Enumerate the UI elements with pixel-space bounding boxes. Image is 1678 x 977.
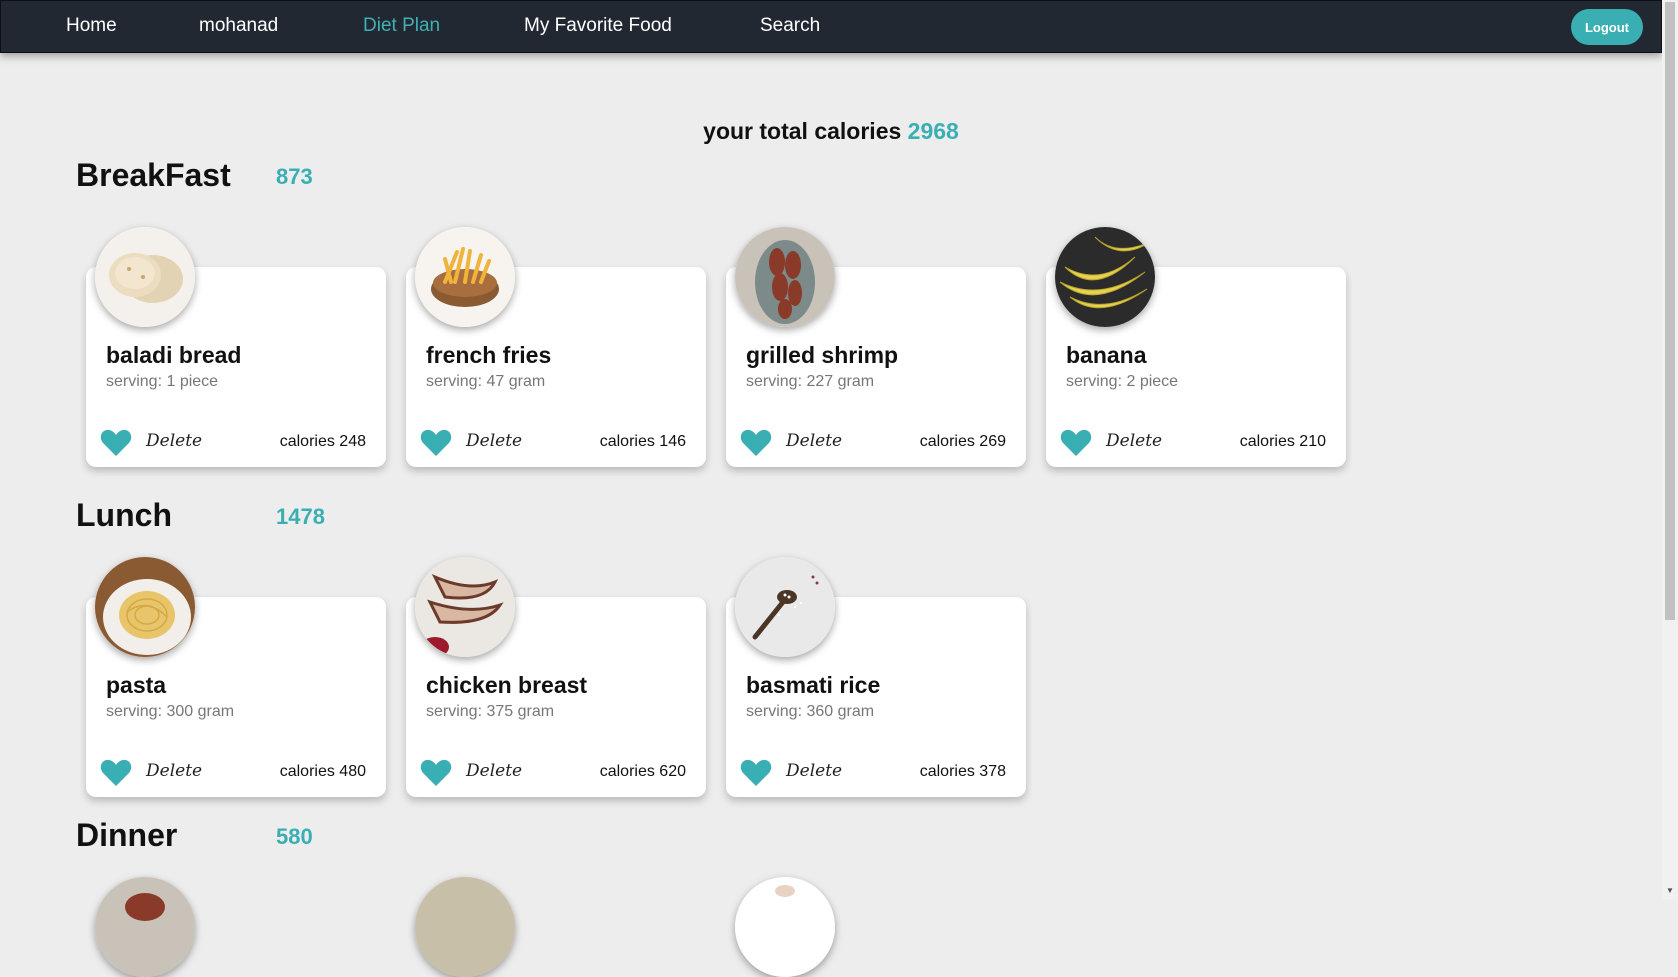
food-serving: serving: 1 piece (106, 373, 219, 390)
nav-diet-plan[interactable]: Diet Plan (363, 15, 440, 37)
section-title-dinner: Dinner (76, 817, 178, 853)
food-name: baladi bread (106, 342, 242, 368)
baladi-bread-image (95, 227, 195, 327)
chicken-breast-image (415, 557, 515, 657)
total-calories: your total calories 2968 (0, 118, 1662, 145)
food-card: banana serving: 2 piece Delete calories … (1046, 227, 1346, 467)
logout-button[interactable]: Logout (1571, 9, 1643, 45)
dinner-food-image (415, 877, 515, 977)
food-name: pasta (106, 672, 167, 698)
food-card: baladi bread serving: 1 piece Delete cal… (86, 227, 386, 467)
nav-profile[interactable]: mohanad (199, 15, 278, 37)
food-card: pasta serving: 300 gram Delete calories … (86, 557, 386, 797)
scroll-down-arrow-icon[interactable]: ▼ (1665, 886, 1675, 896)
food-serving: serving: 47 gram (426, 373, 546, 390)
heart-icon[interactable] (740, 759, 772, 787)
section-calories-dinner: 580 (276, 824, 313, 849)
food-calories: calories 248 (279, 433, 366, 450)
scrollbar-thumb[interactable] (1665, 2, 1675, 620)
nav-favorite-food[interactable]: My Favorite Food (524, 15, 672, 37)
delete-button[interactable]: Delete (466, 761, 522, 781)
food-name: basmati rice (746, 672, 881, 698)
nav-home[interactable]: Home (66, 15, 117, 37)
food-card: grilled shrimp serving: 227 gram Delete … (726, 227, 1026, 467)
food-serving: serving: 2 piece (1066, 373, 1179, 390)
food-calories: calories 146 (599, 433, 686, 450)
heart-icon[interactable] (1060, 429, 1092, 457)
delete-button[interactable]: Delete (146, 431, 202, 451)
food-name: grilled shrimp (746, 342, 899, 368)
food-name: chicken breast (426, 672, 588, 698)
food-card: chicken breast serving: 375 gram Delete … (406, 557, 706, 797)
grilled-shrimp-image (735, 227, 835, 327)
nav-search[interactable]: Search (760, 15, 820, 37)
heart-icon[interactable] (100, 429, 132, 457)
total-calories-value: 2968 (907, 118, 959, 144)
french-fries-image (415, 227, 515, 327)
pasta-image (95, 557, 195, 657)
delete-button[interactable]: Delete (466, 431, 522, 451)
basmati-rice-image (735, 557, 835, 657)
food-calories: calories 210 (1239, 433, 1326, 450)
food-card: french fries serving: 47 gram Delete cal… (406, 227, 706, 467)
banana-image (1055, 227, 1155, 327)
food-calories: calories 269 (919, 433, 1006, 450)
food-calories: calories 620 (599, 763, 686, 780)
food-serving: serving: 227 gram (746, 373, 875, 390)
section-calories-breakfast: 873 (276, 164, 313, 189)
delete-button[interactable]: Delete (786, 761, 842, 781)
heart-icon[interactable] (100, 759, 132, 787)
dinner-food-image (95, 877, 195, 977)
delete-button[interactable]: Delete (146, 761, 202, 781)
section-title-lunch: Lunch (76, 497, 172, 533)
section-calories-lunch: 1478 (276, 504, 325, 529)
section-title-breakfast: BreakFast (76, 157, 231, 193)
food-calories: calories 378 (919, 763, 1006, 780)
heart-icon[interactable] (420, 429, 452, 457)
food-calories: calories 480 (279, 763, 366, 780)
food-serving: serving: 360 gram (746, 703, 875, 720)
delete-button[interactable]: Delete (1106, 431, 1162, 451)
food-serving: serving: 375 gram (426, 703, 555, 720)
heart-icon[interactable] (740, 429, 772, 457)
delete-button[interactable]: Delete (786, 431, 842, 451)
heart-icon[interactable] (420, 759, 452, 787)
food-name: french fries (426, 342, 552, 368)
total-calories-label: your total calories (703, 118, 902, 144)
food-card: basmati rice serving: 360 gram Delete ca… (726, 557, 1026, 797)
food-name: banana (1066, 342, 1147, 368)
food-serving: serving: 300 gram (106, 703, 235, 720)
navbar: Home mohanad Diet Plan My Favorite Food … (0, 0, 1662, 53)
dinner-food-image (735, 877, 835, 977)
